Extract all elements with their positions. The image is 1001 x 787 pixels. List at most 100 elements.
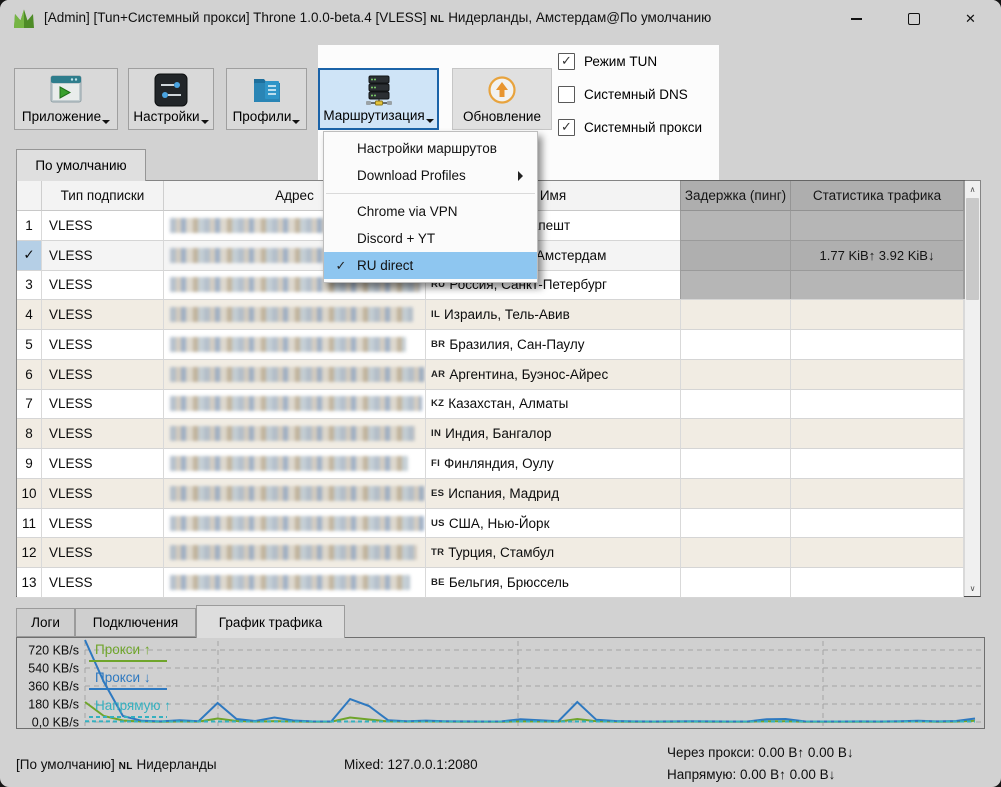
row-type: VLESS [42,509,164,539]
tab-logs[interactable]: Логи [16,608,75,637]
scroll-up-icon[interactable]: ∧ [965,181,980,197]
app-window: [Admin] [Tun+Системный прокси] Throne 1.… [0,0,1001,787]
profiles-folder-icon [227,72,306,108]
row-type: VLESS [42,360,164,390]
country-code: in [431,428,441,439]
row-number: 3 [17,271,42,301]
row-number: 11 [17,509,42,539]
address-redacted [170,367,425,382]
window-title: [Admin] [Tun+Системный прокси] Throne 1.… [44,10,711,25]
row-latency [681,419,791,449]
row-type: VLESS [42,568,164,598]
svg-text:360 KB/s: 360 KB/s [28,680,79,694]
row-name: brБразилия, Сан-Паулу [426,330,681,360]
menu-item[interactable]: ✓ Настройки маршрутов [324,135,537,162]
toolbar-button-settings[interactable]: Настройки [128,68,214,130]
tab-traffic-graph[interactable]: График трафика [196,605,345,638]
svg-text:Напрямую ↑: Напрямую ↑ [95,698,171,713]
row-address [164,538,426,568]
toolbar-button-routing[interactable]: Маршрутизация [318,68,439,130]
country-code: tr [431,547,444,558]
row-traffic [791,568,964,598]
traffic-chart: 720 KB/s540 KB/s360 KB/s180 KB/s0,0 KB/s… [17,638,984,728]
status-direct-traffic: Напрямую: 0.00 B↑ 0.00 B↓ [667,767,835,782]
address-redacted [170,396,422,411]
check-icon: ✓ [561,120,572,133]
menu-item-label: Настройки маршрутов [357,141,497,156]
menu-item-label: Chrome via VPN [357,204,458,219]
row-type: VLESS [42,211,164,241]
row-latency [681,538,791,568]
popup-shadow-overlay [680,180,965,299]
titlebar: [Admin] [Tun+Системный прокси] Throne 1.… [0,0,1001,38]
svg-text:180 KB/s: 180 KB/s [28,698,79,712]
header-rownum[interactable] [17,181,42,211]
check-icon: ✓ [332,258,350,274]
svg-text:Прокси ↓: Прокси ↓ [95,670,151,685]
status-inbound-address: Mixed: 127.0.0.1:2080 [344,757,478,772]
row-number: 10 [17,479,42,509]
check-icon: ✓ [561,54,572,67]
menu-item-label: Download Profiles [357,168,466,183]
toolbar-button-profiles[interactable]: Профили [226,68,307,130]
menu-item[interactable]: ✓ Download Profiles [324,162,537,189]
row-name: ilИзраиль, Тель-Авив [426,300,681,330]
checkbox-box: ✓ [558,119,575,136]
toolbar-checkbox[interactable]: ✓ Режим TUN [558,50,719,72]
table-scrollbar[interactable]: ∧ ∨ [964,181,980,596]
row-traffic [791,449,964,479]
header-type[interactable]: Тип подписки [42,181,164,211]
dropdown-caret [292,120,300,128]
row-address [164,449,426,479]
row-number: 8 [17,419,42,449]
row-name: trТурция, Стамбул [426,538,681,568]
row-latency [681,449,791,479]
tab-connections[interactable]: Подключения [75,608,196,637]
row-latency [681,360,791,390]
svg-text:0,0 KB/s: 0,0 KB/s [32,716,79,729]
row-latency [681,479,791,509]
country-code: be [431,577,445,588]
row-address [164,300,426,330]
toolbar-checkbox[interactable]: ✓ Системный DNS [558,83,719,105]
profile-group-tab[interactable]: По умолчанию [16,149,146,181]
toolbar-button-application[interactable]: Приложение [14,68,118,130]
row-traffic [791,419,964,449]
row-number: 9 [17,449,42,479]
close-button[interactable]: ✕ [942,0,999,38]
menu-item[interactable]: ✓ Discord + YT [324,225,537,252]
menu-item[interactable]: ✓ [326,193,535,194]
row-name: arАргентина, Буэнос-Айрес [426,360,681,390]
menu-item[interactable]: ✓ RU direct [324,252,537,279]
routing-servers-icon [320,73,437,109]
checkbox-label: Системный прокси [584,120,702,135]
svg-text:Прокси ↑: Прокси ↑ [95,642,151,657]
row-name: fiФинляндия, Оулу [426,449,681,479]
menu-item-label: Discord + YT [357,231,435,246]
toolbar-checkbox[interactable]: ✓ Системный прокси [558,116,719,138]
checkbox-box: ✓ [558,53,575,70]
row-latency [681,330,791,360]
address-redacted [170,456,408,471]
maximize-button[interactable] [885,0,942,38]
svg-text:540 KB/s: 540 KB/s [28,662,79,676]
menu-item[interactable]: ✓ Chrome via VPN [324,198,537,225]
row-number: 7 [17,390,42,420]
scroll-down-icon[interactable]: ∨ [965,580,980,596]
checkbox-box: ✓ [558,86,575,103]
row-number: ✓ [17,241,42,271]
dropdown-caret [426,119,434,127]
row-name: kzКазахстан, Алматы [426,390,681,420]
toolbar-button-update[interactable]: Обновление [452,68,552,130]
address-redacted [170,486,425,501]
minimize-button[interactable] [828,0,885,38]
status-active-profile: [По умолчанию] nl Нидерланды [16,757,217,772]
row-address [164,419,426,449]
routing-dropdown-menu: ✓ Настройки маршрутов ✓ Download Profile… [323,131,538,283]
row-name: beБельгия, Брюссель [426,568,681,598]
row-type: VLESS [42,300,164,330]
scrollbar-thumb[interactable] [966,198,979,300]
row-latency [681,509,791,539]
row-traffic [791,330,964,360]
country-code: il [431,309,440,320]
